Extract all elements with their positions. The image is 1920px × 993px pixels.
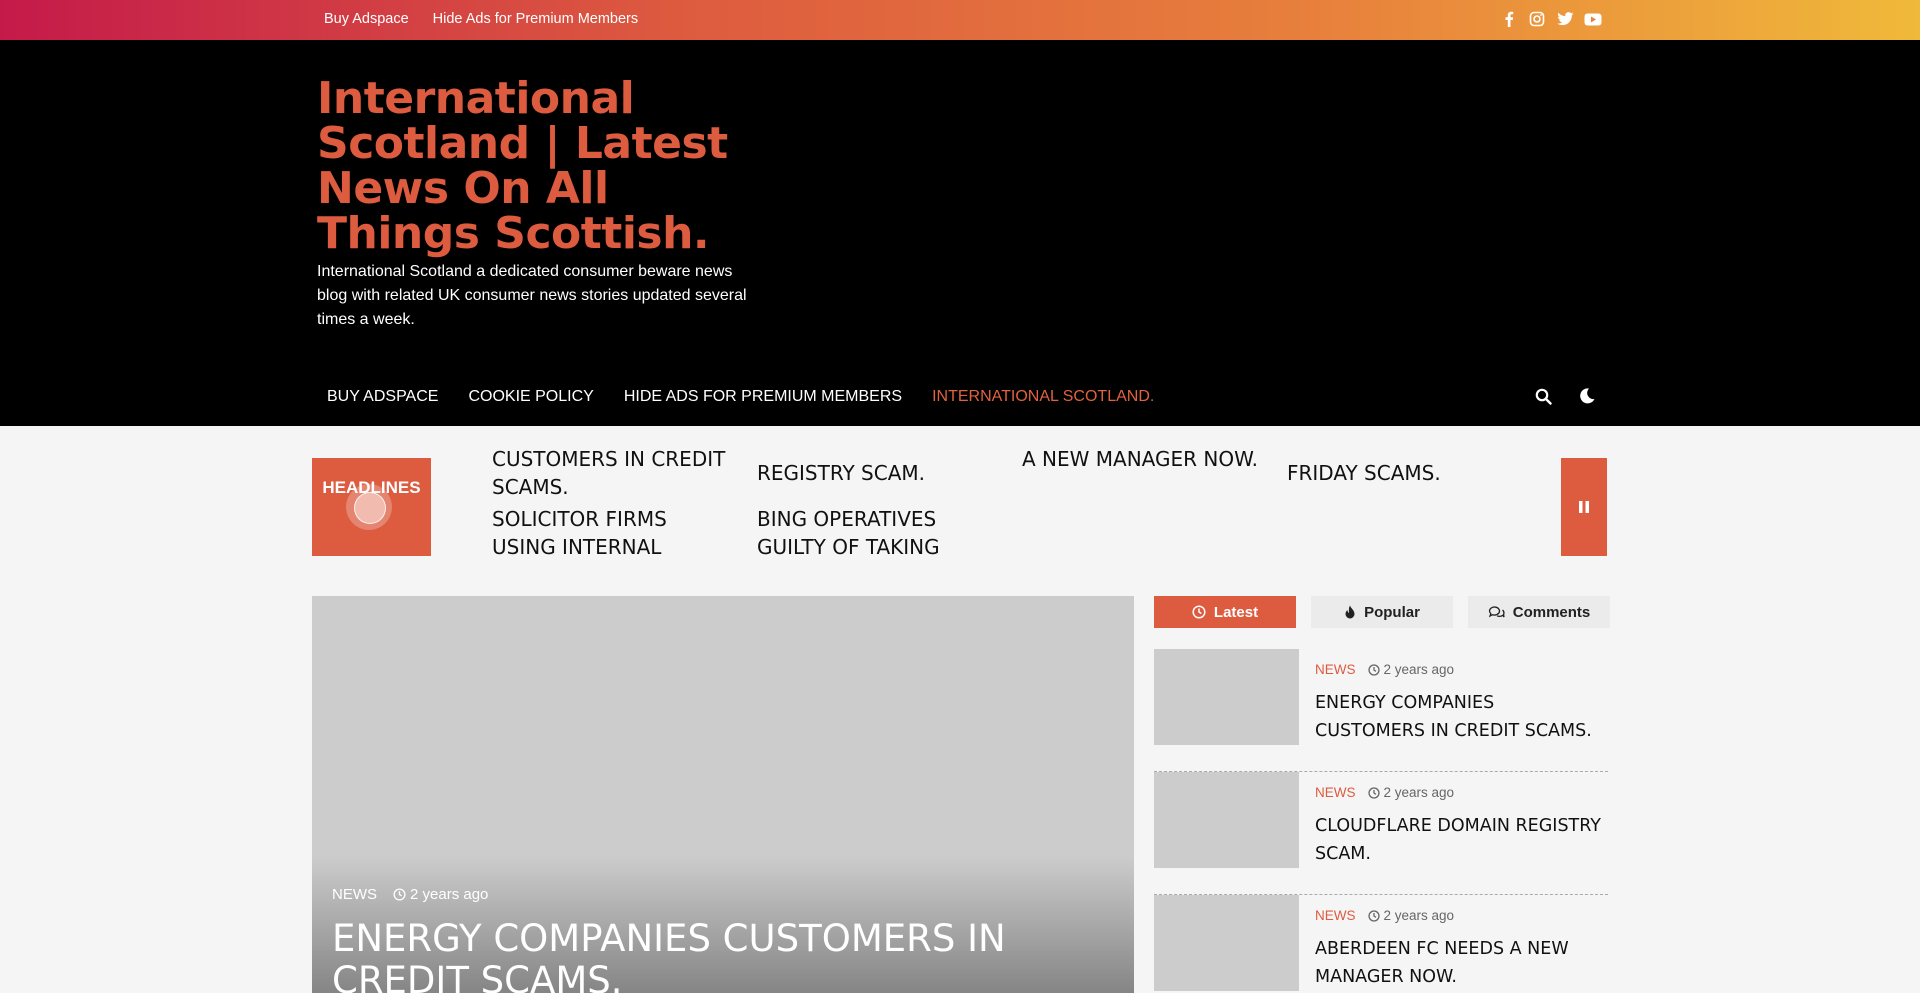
top-links: Buy Adspace Hide Ads for Premium Members [324,11,638,27]
twitter-icon[interactable] [1556,10,1574,28]
main-nav: BUY ADSPACE COOKIE POLICY HIDE ADS FOR P… [327,388,1154,406]
nav-item-hide-ads[interactable]: HIDE ADS FOR PREMIUM MEMBERS [624,388,902,406]
youtube-icon[interactable] [1584,10,1602,28]
comments-icon [1488,606,1505,618]
sidebar-post[interactable]: NEWS 2 years ago CLOUDFLARE DOMAIN REGIS… [1154,772,1608,895]
ticker-item[interactable]: FRIDAY SCAMS. [1287,459,1527,487]
tab-comments[interactable]: Comments [1468,596,1610,628]
ticker-item[interactable]: BING OPERATIVES GUILTY OF TAKING [757,505,997,561]
ticker-item[interactable]: REGISTRY SCAM. [757,459,997,487]
clock-icon [1192,605,1206,619]
social-links [1500,10,1602,28]
post-thumbnail[interactable] [1154,772,1299,868]
headlines-label: HEADLINES [312,458,431,556]
post-meta: NEWS 2 years ago [1315,785,1454,800]
ticker-item[interactable]: SOLICITOR FIRMS USING INTERNAL [492,505,732,561]
post-title[interactable]: ABERDEEN FC NEEDS A NEW MANAGER NOW. [1315,935,1605,991]
site-header: International Scotland | Latest News On … [0,40,1920,426]
featured-post[interactable]: NEWS 2 years ago ENERGY COMPANIES CUSTOM… [312,596,1134,993]
featured-category[interactable]: NEWS [332,886,377,903]
clock-icon [1367,663,1380,676]
post-title[interactable]: ENERGY COMPANIES CUSTOMERS IN CREDIT SCA… [1315,689,1605,745]
tab-popular[interactable]: Popular [1311,596,1453,628]
search-icon[interactable] [1535,388,1552,410]
ticker-pause-button[interactable] [1561,458,1607,556]
top-link-buy-adspace[interactable]: Buy Adspace [324,11,409,27]
nav-item-cookie-policy[interactable]: COOKIE POLICY [468,388,593,406]
post-time: 2 years ago [1367,662,1454,677]
post-time: 2 years ago [1367,785,1454,800]
sidebar-post[interactable]: NEWS 2 years ago ENERGY COMPANIES CUSTOM… [1154,649,1608,772]
clock-icon [1367,909,1380,922]
facebook-icon[interactable] [1500,10,1518,28]
featured-meta: NEWS 2 years ago [332,886,488,903]
top-bar: Buy Adspace Hide Ads for Premium Members [0,0,1920,40]
featured-time: 2 years ago [393,886,488,903]
site-title[interactable]: International Scotland | Latest News On … [317,76,767,256]
post-category[interactable]: NEWS [1315,908,1356,923]
nav-item-international-scotland[interactable]: INTERNATIONAL SCOTLAND. [932,388,1154,406]
sidebar-post[interactable]: NEWS 2 years ago ABERDEEN FC NEEDS A NEW… [1154,895,1608,993]
sidebar-tabs: Latest Popular Comments [1154,596,1610,628]
nav-item-buy-adspace[interactable]: BUY ADSPACE [327,388,438,406]
site-description: International Scotland a dedicated consu… [317,263,747,328]
post-category[interactable]: NEWS [1315,785,1356,800]
post-category[interactable]: NEWS [1315,662,1356,677]
post-time: 2 years ago [1367,908,1454,923]
fire-icon [1345,605,1355,618]
nav-icons [1535,387,1596,410]
ticker-item[interactable]: A NEW MANAGER NOW. [1022,445,1262,473]
clock-icon [1367,786,1380,799]
post-thumbnail[interactable] [1154,895,1299,991]
top-link-hide-ads[interactable]: Hide Ads for Premium Members [433,11,638,27]
featured-title[interactable]: ENERGY COMPANIES CUSTOMERS IN CREDIT SCA… [332,918,1092,993]
post-title[interactable]: CLOUDFLARE DOMAIN REGISTRY SCAM. [1315,812,1605,868]
dark-mode-moon-icon[interactable] [1578,387,1596,410]
headlines-ticker: CUSTOMERS IN CREDIT SCAMS. REGISTRY SCAM… [480,445,1560,569]
post-meta: NEWS 2 years ago [1315,908,1454,923]
post-meta: NEWS 2 years ago [1315,662,1454,677]
tab-latest[interactable]: Latest [1154,596,1296,628]
instagram-icon[interactable] [1528,10,1546,28]
post-thumbnail[interactable] [1154,649,1299,745]
pause-icon [1579,501,1589,513]
ticker-item[interactable]: CUSTOMERS IN CREDIT SCAMS. [492,445,732,501]
clock-icon [393,888,406,901]
